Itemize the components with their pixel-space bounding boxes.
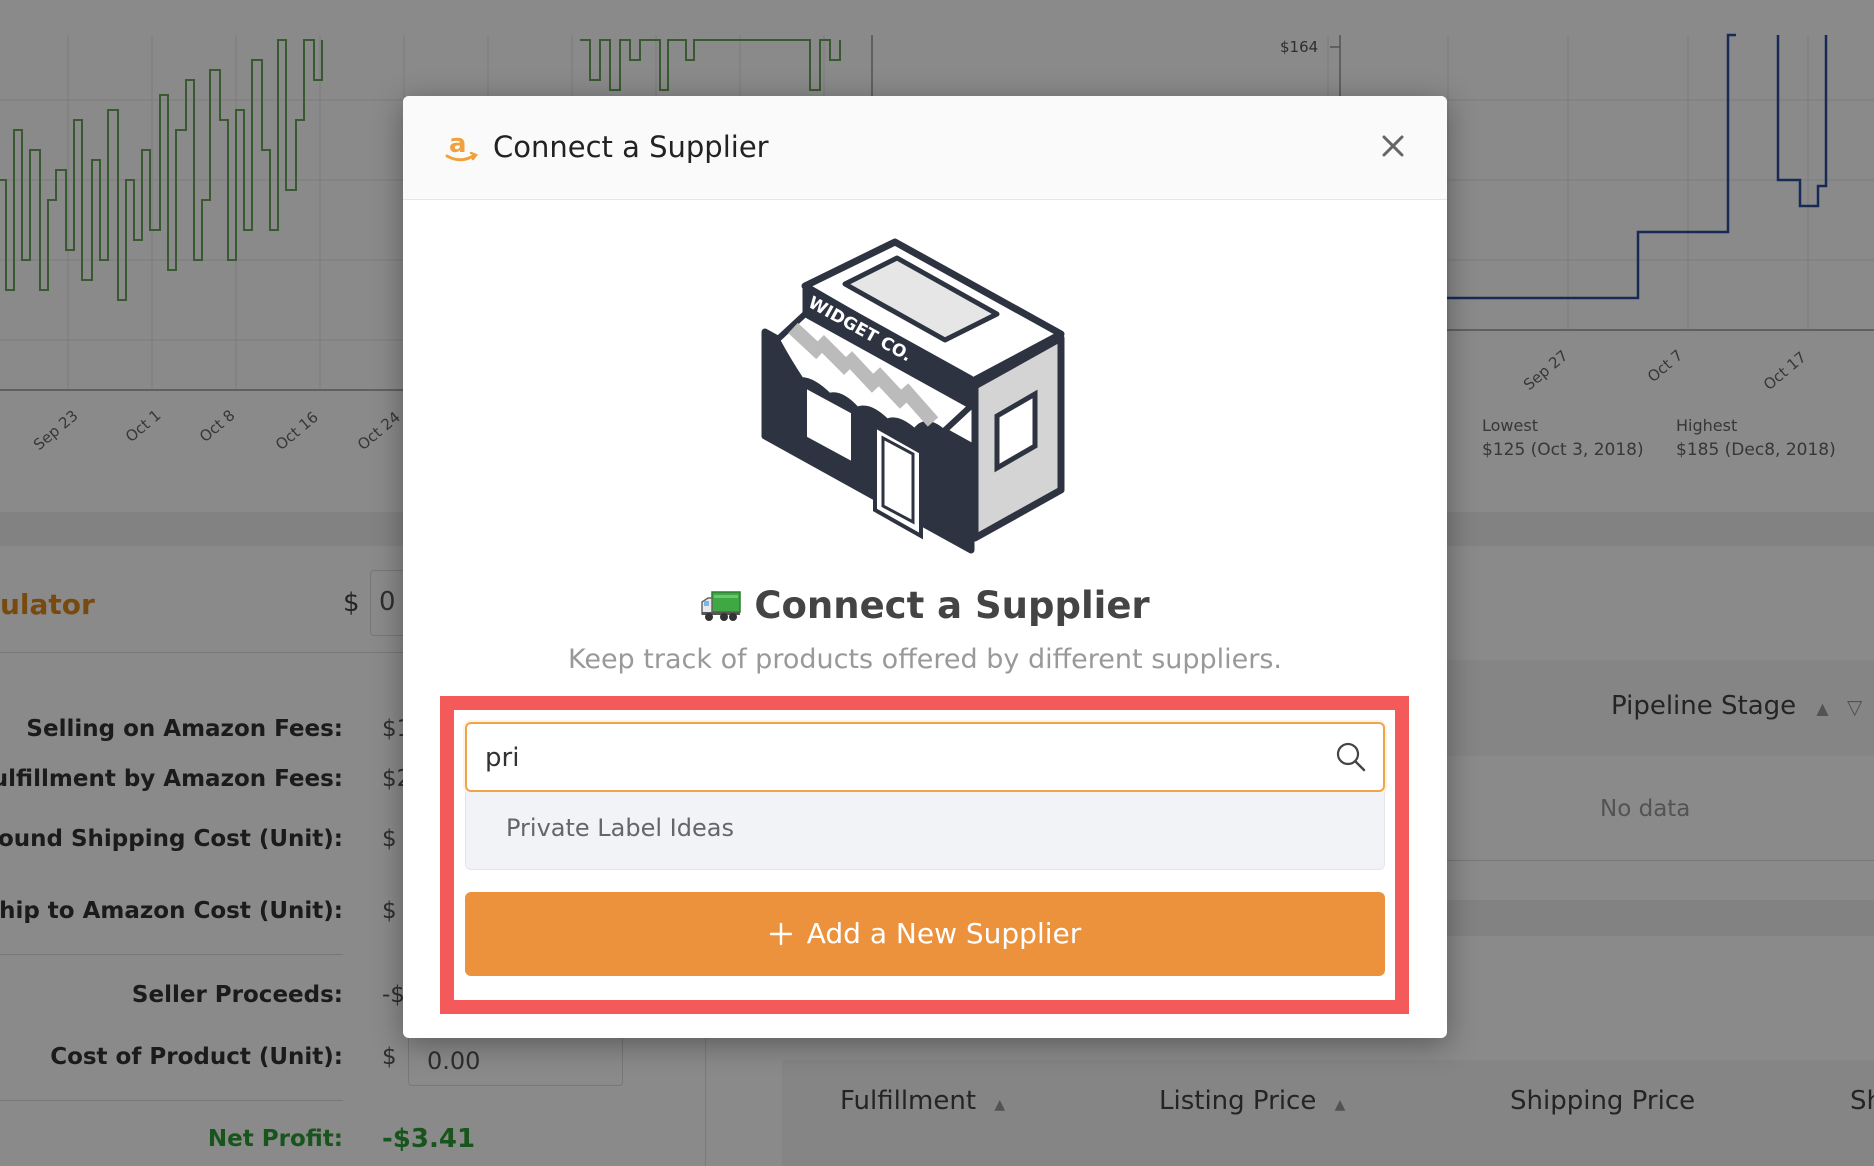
hero-title-text: Connect a Supplier [754,584,1150,627]
svg-text:a: a [449,129,467,159]
connect-supplier-modal: a Connect a Supplier WIDGET CO. Connect … [403,96,1447,1038]
modal-title: Connect a Supplier [493,130,769,164]
truck-icon [701,591,742,621]
search-icon[interactable] [1335,741,1367,773]
plus-icon [769,922,792,946]
supplier-suggestions-dropdown: Private Label Ideas [465,792,1385,870]
hero-title: Connect a Supplier [403,584,1447,627]
supplier-search-input[interactable] [485,740,1305,776]
add-new-supplier-button[interactable]: Add a New Supplier [465,892,1385,976]
add-new-supplier-label: Add a New Supplier [806,917,1082,950]
amazon-logo-icon: a [445,129,478,162]
supplier-search-field[interactable] [465,722,1385,792]
storefront-illustration: WIDGET CO. [761,238,1065,554]
close-icon[interactable] [1373,126,1413,166]
hero-subtitle: Keep track of products offered by differ… [567,644,1283,675]
supplier-option[interactable]: Private Label Ideas [506,814,734,842]
modal-header: a Connect a Supplier [403,96,1447,200]
